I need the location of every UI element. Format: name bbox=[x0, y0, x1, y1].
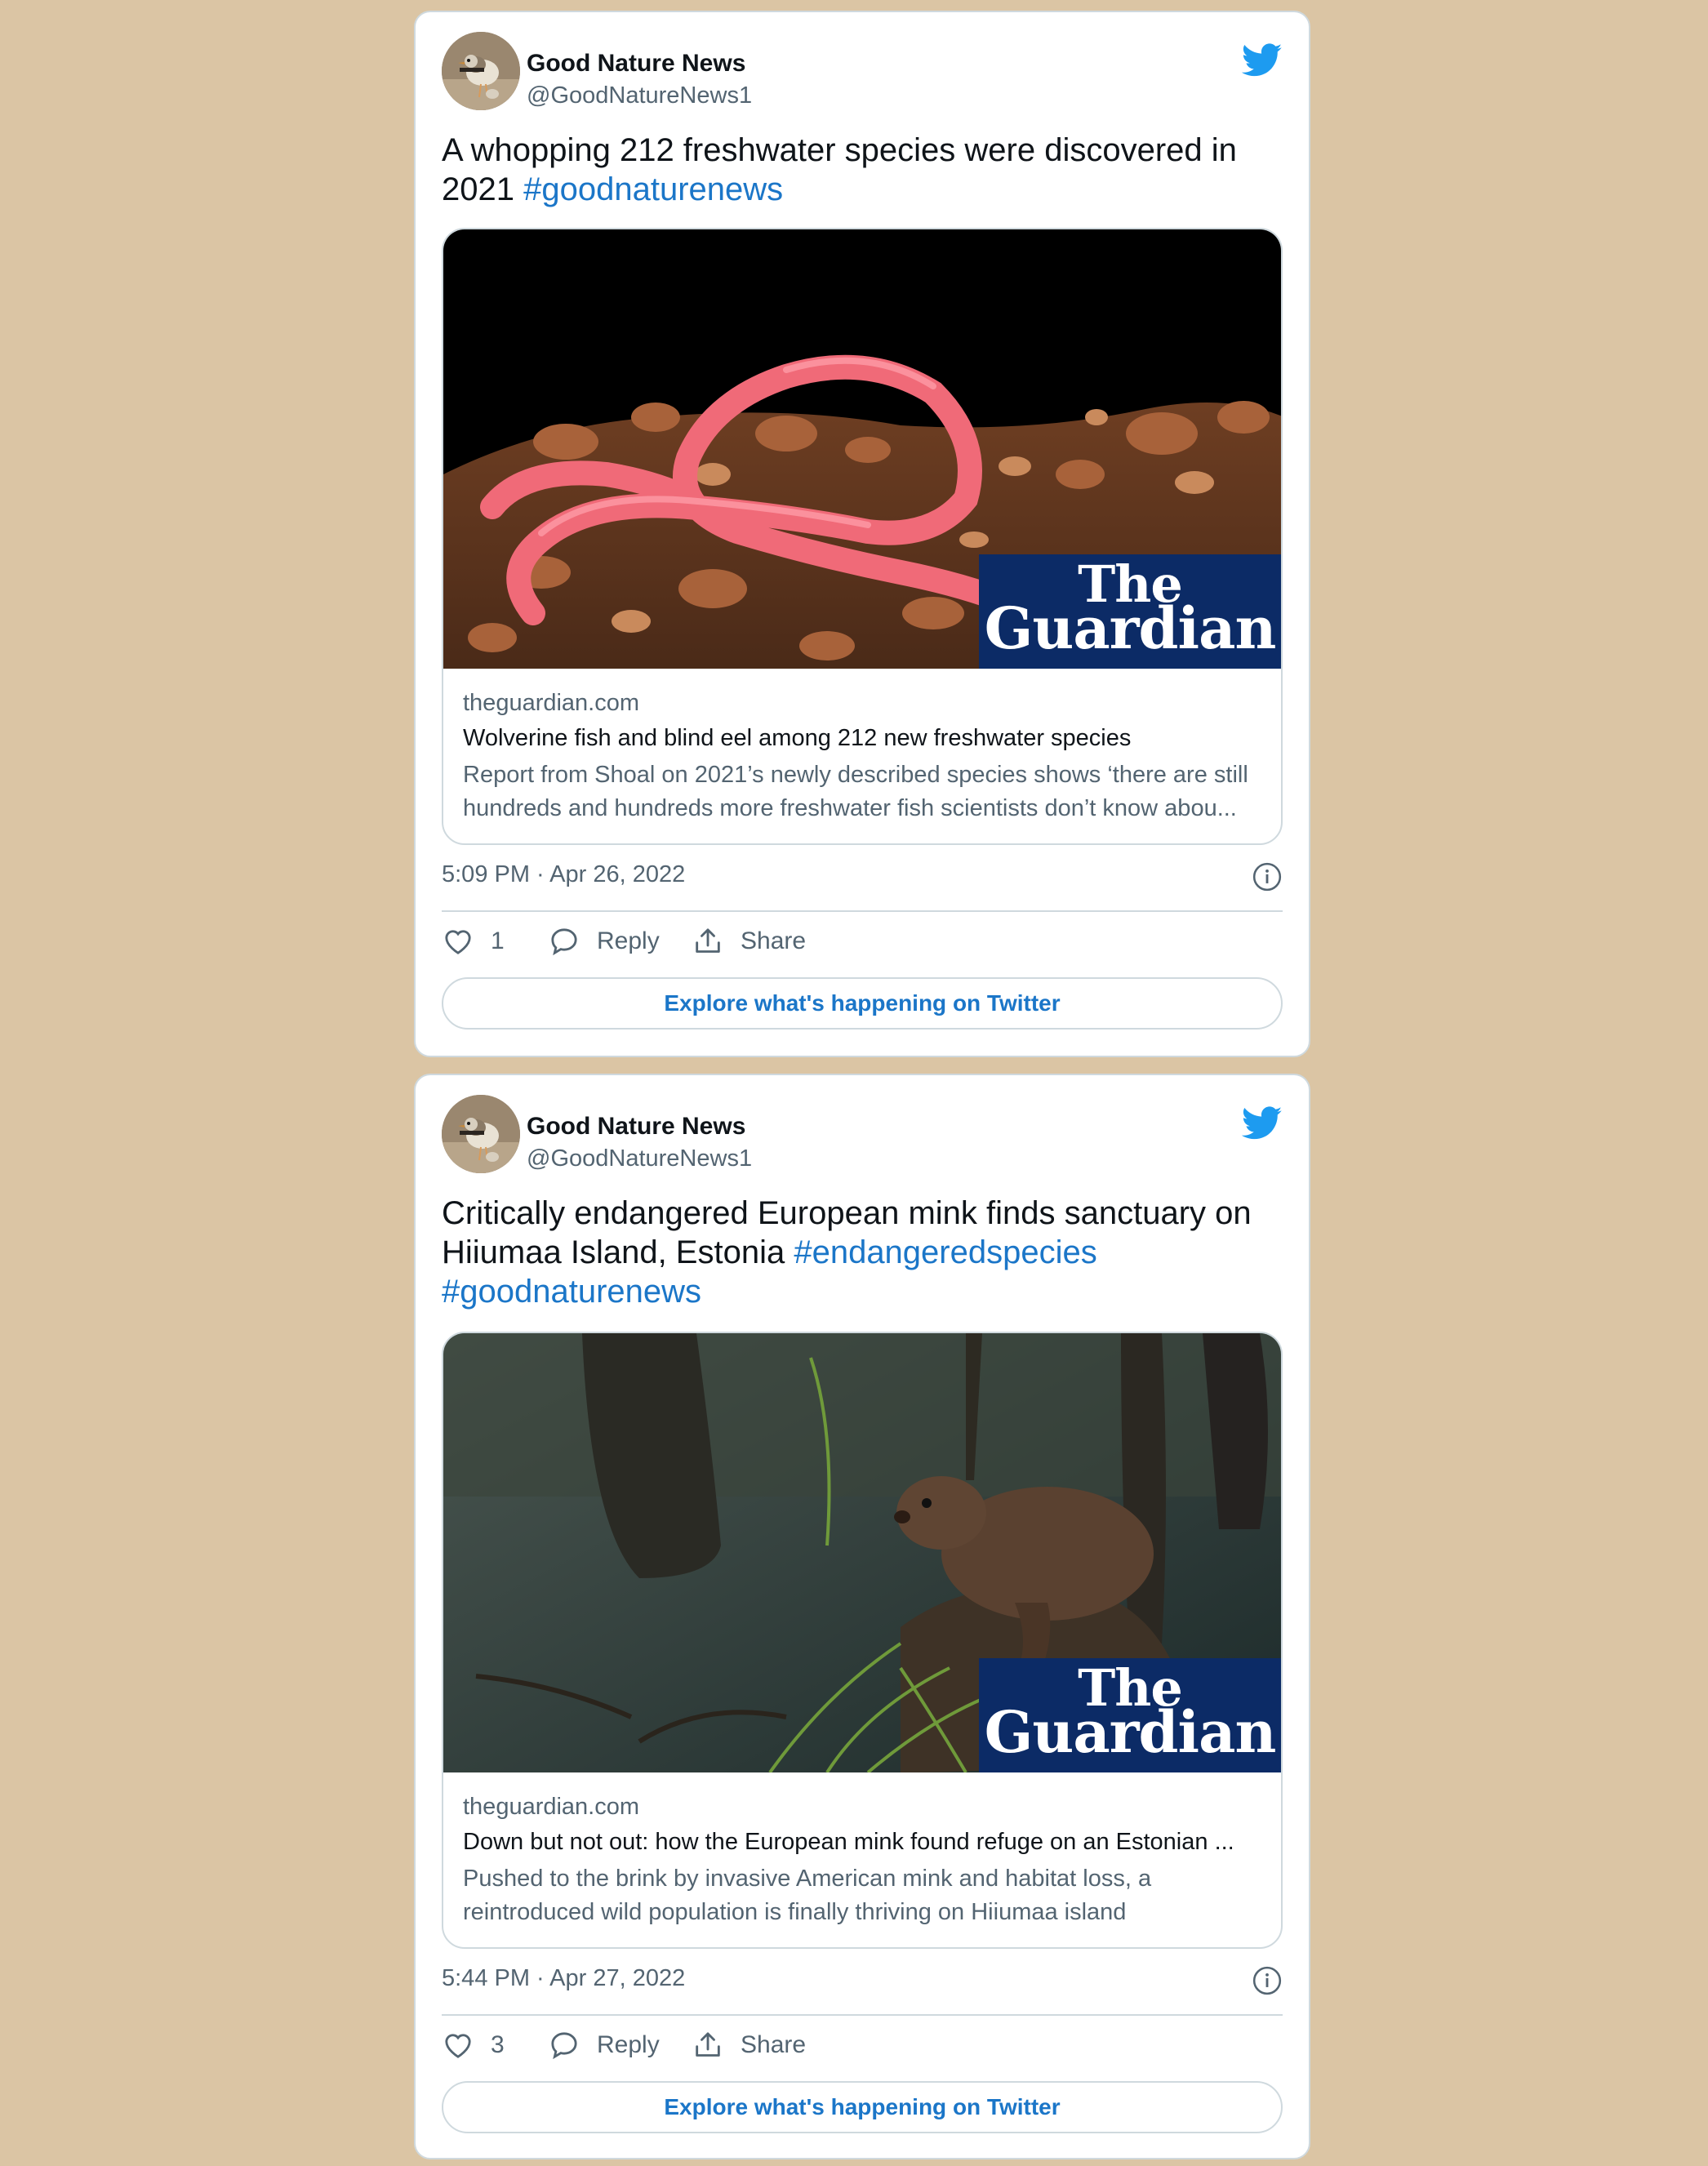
tweet-header: Good Nature News @GoodNatureNews1 bbox=[442, 1095, 1283, 1176]
author-avatar[interactable] bbox=[442, 1095, 520, 1173]
like-button[interactable]: 3 bbox=[442, 2029, 505, 2061]
guardian-logo-line2: Guardian bbox=[984, 1698, 1277, 1766]
card-image-mink[interactable]: The Guardian bbox=[443, 1333, 1281, 1772]
reply-label: Reply bbox=[597, 2031, 660, 2058]
tweet-header: Good Nature News @GoodNatureNews1 bbox=[442, 32, 1283, 113]
share-label: Share bbox=[741, 927, 807, 954]
reply-label: Reply bbox=[597, 927, 660, 954]
card-description: Report from Shoal on 2021’s newly descri… bbox=[463, 762, 1248, 821]
card-description: Pushed to the brink by invasive American… bbox=[463, 1866, 1152, 1925]
tweet-embed: Good Nature News @GoodNatureNews1 A whop… bbox=[414, 11, 1310, 1057]
guardian-logo: The Guardian bbox=[979, 554, 1281, 669]
reply-button[interactable]: Reply bbox=[548, 925, 660, 958]
share-icon bbox=[696, 928, 720, 953]
author-name[interactable]: Good Nature News bbox=[527, 1113, 745, 1141]
author-handle[interactable]: @GoodNatureNews1 bbox=[527, 82, 752, 109]
twitter-bird-icon[interactable] bbox=[1242, 43, 1283, 78]
hashtag-link[interactable]: #goodnaturenews bbox=[442, 1274, 701, 1310]
share-button[interactable]: Share bbox=[692, 925, 806, 958]
share-label: Share bbox=[741, 2031, 807, 2058]
tweet-actions: 3 Reply Share bbox=[442, 2029, 1283, 2070]
card-domain: theguardian.com bbox=[463, 690, 640, 716]
explore-twitter-button[interactable]: Explore what's happening on Twitter bbox=[442, 977, 1283, 1030]
tweet-timestamp[interactable]: 5:44 PM · Apr 27, 2022 bbox=[442, 1965, 685, 1991]
hashtag-link[interactable]: #goodnaturenews bbox=[523, 171, 783, 207]
like-button[interactable]: 1 bbox=[442, 925, 505, 958]
divider bbox=[442, 910, 1283, 912]
tweet-meta: 5:09 PM · Apr 26, 2022 bbox=[442, 861, 1283, 894]
info-icon[interactable] bbox=[1252, 1965, 1283, 1996]
info-icon[interactable] bbox=[1252, 861, 1283, 892]
tweet-actions: 1 Reply Share bbox=[442, 925, 1283, 966]
heart-icon bbox=[445, 2034, 471, 2058]
like-count: 3 bbox=[491, 2031, 505, 2058]
link-card[interactable]: The Guardian theguardian.com Down but no… bbox=[442, 1332, 1283, 1949]
link-card[interactable]: The Guardian theguardian.com Wolverine f… bbox=[442, 228, 1283, 845]
tweet-meta: 5:44 PM · Apr 27, 2022 bbox=[442, 1965, 1283, 1998]
tweet-text: A whopping 212 freshwater species were d… bbox=[442, 131, 1260, 209]
speech-bubble-icon bbox=[551, 2032, 577, 2060]
card-title[interactable]: Wolverine fish and blind eel among 212 n… bbox=[463, 725, 1261, 752]
twitter-bird-icon[interactable] bbox=[1242, 1106, 1283, 1141]
explore-twitter-button[interactable]: Explore what's happening on Twitter bbox=[442, 2081, 1283, 2133]
reply-button[interactable]: Reply bbox=[548, 2029, 660, 2061]
card-title[interactable]: Down but not out: how the European mink … bbox=[463, 1829, 1261, 1856]
tweet-text: Critically endangered European mink find… bbox=[442, 1194, 1260, 1311]
guardian-logo-line2: Guardian bbox=[984, 594, 1277, 662]
tweet-timestamp[interactable]: 5:09 PM · Apr 26, 2022 bbox=[442, 861, 685, 887]
divider bbox=[442, 2014, 1283, 2016]
author-handle[interactable]: @GoodNatureNews1 bbox=[527, 1145, 752, 1172]
like-count: 1 bbox=[491, 927, 505, 954]
share-icon bbox=[696, 2032, 720, 2057]
tweet-embed: Good Nature News @GoodNatureNews1 Critic… bbox=[414, 1074, 1310, 2159]
heart-icon bbox=[445, 930, 471, 954]
speech-bubble-icon bbox=[551, 928, 577, 956]
card-domain: theguardian.com bbox=[463, 1794, 640, 1820]
share-button[interactable]: Share bbox=[692, 2029, 806, 2061]
author-name[interactable]: Good Nature News bbox=[527, 50, 745, 78]
card-image-pink-eel[interactable]: The Guardian bbox=[443, 229, 1281, 669]
guardian-logo: The Guardian bbox=[979, 1658, 1281, 1772]
author-avatar[interactable] bbox=[442, 32, 520, 110]
hashtag-link[interactable]: #endangeredspecies bbox=[794, 1234, 1096, 1270]
